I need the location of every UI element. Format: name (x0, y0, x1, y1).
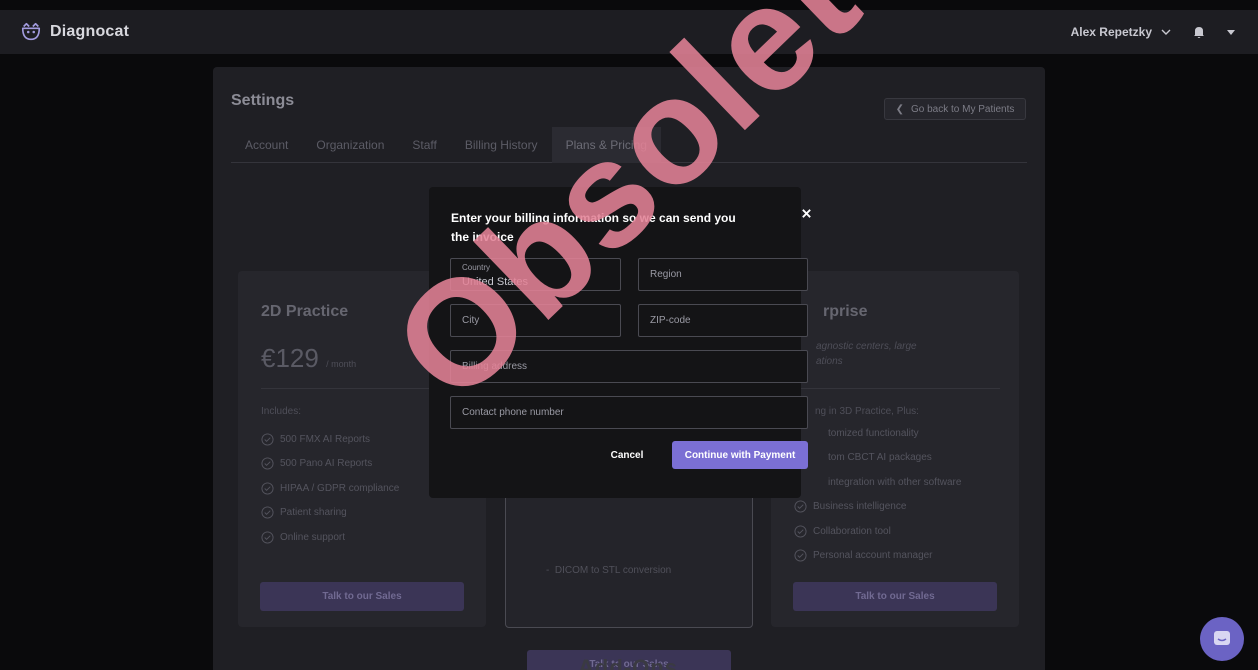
back-label: Go back to My Patients (911, 103, 1015, 115)
chat-support-button[interactable] (1200, 617, 1244, 661)
plan-title: rprise (823, 303, 868, 320)
bell-icon[interactable] (1192, 25, 1206, 39)
list-item: Business intelligence (794, 495, 961, 520)
feature-text: Online support (280, 531, 346, 543)
feature-text: HIPAA / GDPR compliance (280, 482, 400, 494)
page-title: Settings (231, 92, 295, 109)
city-placeholder: City (462, 315, 480, 326)
list-item: 500 FMX AI Reports (261, 427, 399, 452)
app-name: Diagnocat (50, 23, 130, 40)
includes-label: ng in 3D Practice, Plus: (815, 406, 919, 417)
address-placeholder: Billing address (462, 361, 528, 372)
billing-info-modal: Enter your billing information so we can… (429, 187, 811, 498)
feature-text: integration with other software (828, 476, 962, 488)
feature-text: Collaboration tool (813, 525, 891, 537)
region-field[interactable]: Region (638, 258, 808, 291)
region-placeholder: Region (650, 269, 682, 280)
check-circle-icon (261, 457, 274, 470)
modal-title: Enter your billing information so we can… (451, 211, 736, 244)
user-name[interactable]: Alex Repetzky (1071, 25, 1152, 39)
price-period: / month (326, 359, 357, 369)
tab-organization[interactable]: Organization (302, 127, 398, 163)
app-logo[interactable]: Diagnocat (20, 21, 129, 43)
zip-placeholder: ZIP-code (650, 315, 691, 326)
billing-address-field[interactable]: Billing address (450, 350, 808, 383)
country-label: Country (462, 263, 491, 272)
tab-account[interactable]: Account (231, 127, 302, 163)
feature-text: Business intelligence (813, 501, 907, 513)
feature-text: Personal account manager (813, 550, 933, 562)
tab-billing-history[interactable]: Billing History (451, 127, 552, 163)
close-icon (802, 209, 811, 218)
phone-placeholder: Contact phone number (462, 407, 564, 418)
back-to-patients-button[interactable]: ❮ Go back to My Patients (884, 98, 1026, 120)
check-circle-icon (261, 531, 274, 544)
feature-text: tom CBCT AI packages (828, 452, 932, 464)
price-value: €129 (261, 343, 319, 373)
feature-text: 500 Pano AI Reports (280, 458, 373, 470)
feature-label: DICOM to STL conversion (554, 565, 672, 576)
check-circle-icon (261, 433, 274, 446)
feature-text: 500 FMX AI Reports (280, 433, 371, 445)
country-select[interactable]: Country United States (450, 258, 621, 291)
check-circle-icon (794, 500, 807, 513)
feature-text: tomized functionality (828, 427, 919, 439)
diagnocat-logo-icon (21, 22, 41, 41)
list-item: 500 Pano AI Reports (261, 452, 399, 477)
plan-price: €129 / month (261, 343, 356, 374)
feature-list: tomized functionality tom CBCT AI packag… (794, 421, 961, 568)
cancel-button[interactable]: Cancel (599, 441, 655, 469)
plan-card-enterprise: rprise agnostic centers, large ations ng… (771, 271, 1019, 627)
plan-description: agnostic centers, large ations (816, 341, 917, 367)
country-value: United States (462, 276, 529, 288)
feature-list: 500 FMX AI Reports 500 Pano AI Reports H… (261, 427, 399, 550)
city-field[interactable]: City (450, 304, 621, 337)
check-circle-icon (261, 482, 274, 495)
phone-field[interactable]: Contact phone number (450, 396, 808, 429)
chevron-down-icon[interactable] (1160, 26, 1172, 38)
zip-field[interactable]: ZIP-code (638, 304, 808, 337)
continue-with-payment-button[interactable]: Continue with Payment (672, 441, 808, 469)
list-item: tomized functionality (794, 421, 961, 446)
talk-to-sales-button[interactable]: Talk to our Sales (793, 582, 997, 611)
talk-to-sales-button[interactable]: Talk to our Sales (260, 582, 464, 611)
settings-tabs: Account Organization Staff Billing Histo… (231, 127, 1027, 163)
check-circle-icon (261, 506, 274, 519)
list-item: integration with other software (794, 470, 961, 495)
list-item: tom CBCT AI packages (794, 446, 961, 471)
check-circle-icon (794, 549, 807, 562)
tab-plans-pricing[interactable]: Plans & Pricing (551, 127, 661, 163)
chevron-left-icon: ❮ (895, 103, 904, 115)
chat-icon (1214, 631, 1230, 645)
list-item: HIPAA / GDPR compliance (261, 476, 399, 501)
feature-text: - DICOM to STL conversion (546, 565, 672, 576)
plan-title: 2D Practice (261, 303, 349, 320)
list-item: Patient sharing (261, 501, 399, 526)
close-button[interactable] (801, 206, 815, 220)
includes-label: Includes: (261, 406, 302, 417)
addons-heading: Add-Ons (578, 655, 678, 670)
feature-text: Patient sharing (280, 507, 347, 519)
top-bar: Diagnocat Alex Repetzky (0, 10, 1258, 54)
list-item: Collaboration tool (794, 519, 961, 544)
divider (794, 388, 1000, 389)
check-circle-icon (794, 525, 807, 538)
tab-staff[interactable]: Staff (398, 127, 450, 163)
caret-down-icon[interactable] (1226, 28, 1236, 36)
list-item: Online support (261, 525, 399, 550)
list-item: Personal account manager (794, 544, 961, 569)
